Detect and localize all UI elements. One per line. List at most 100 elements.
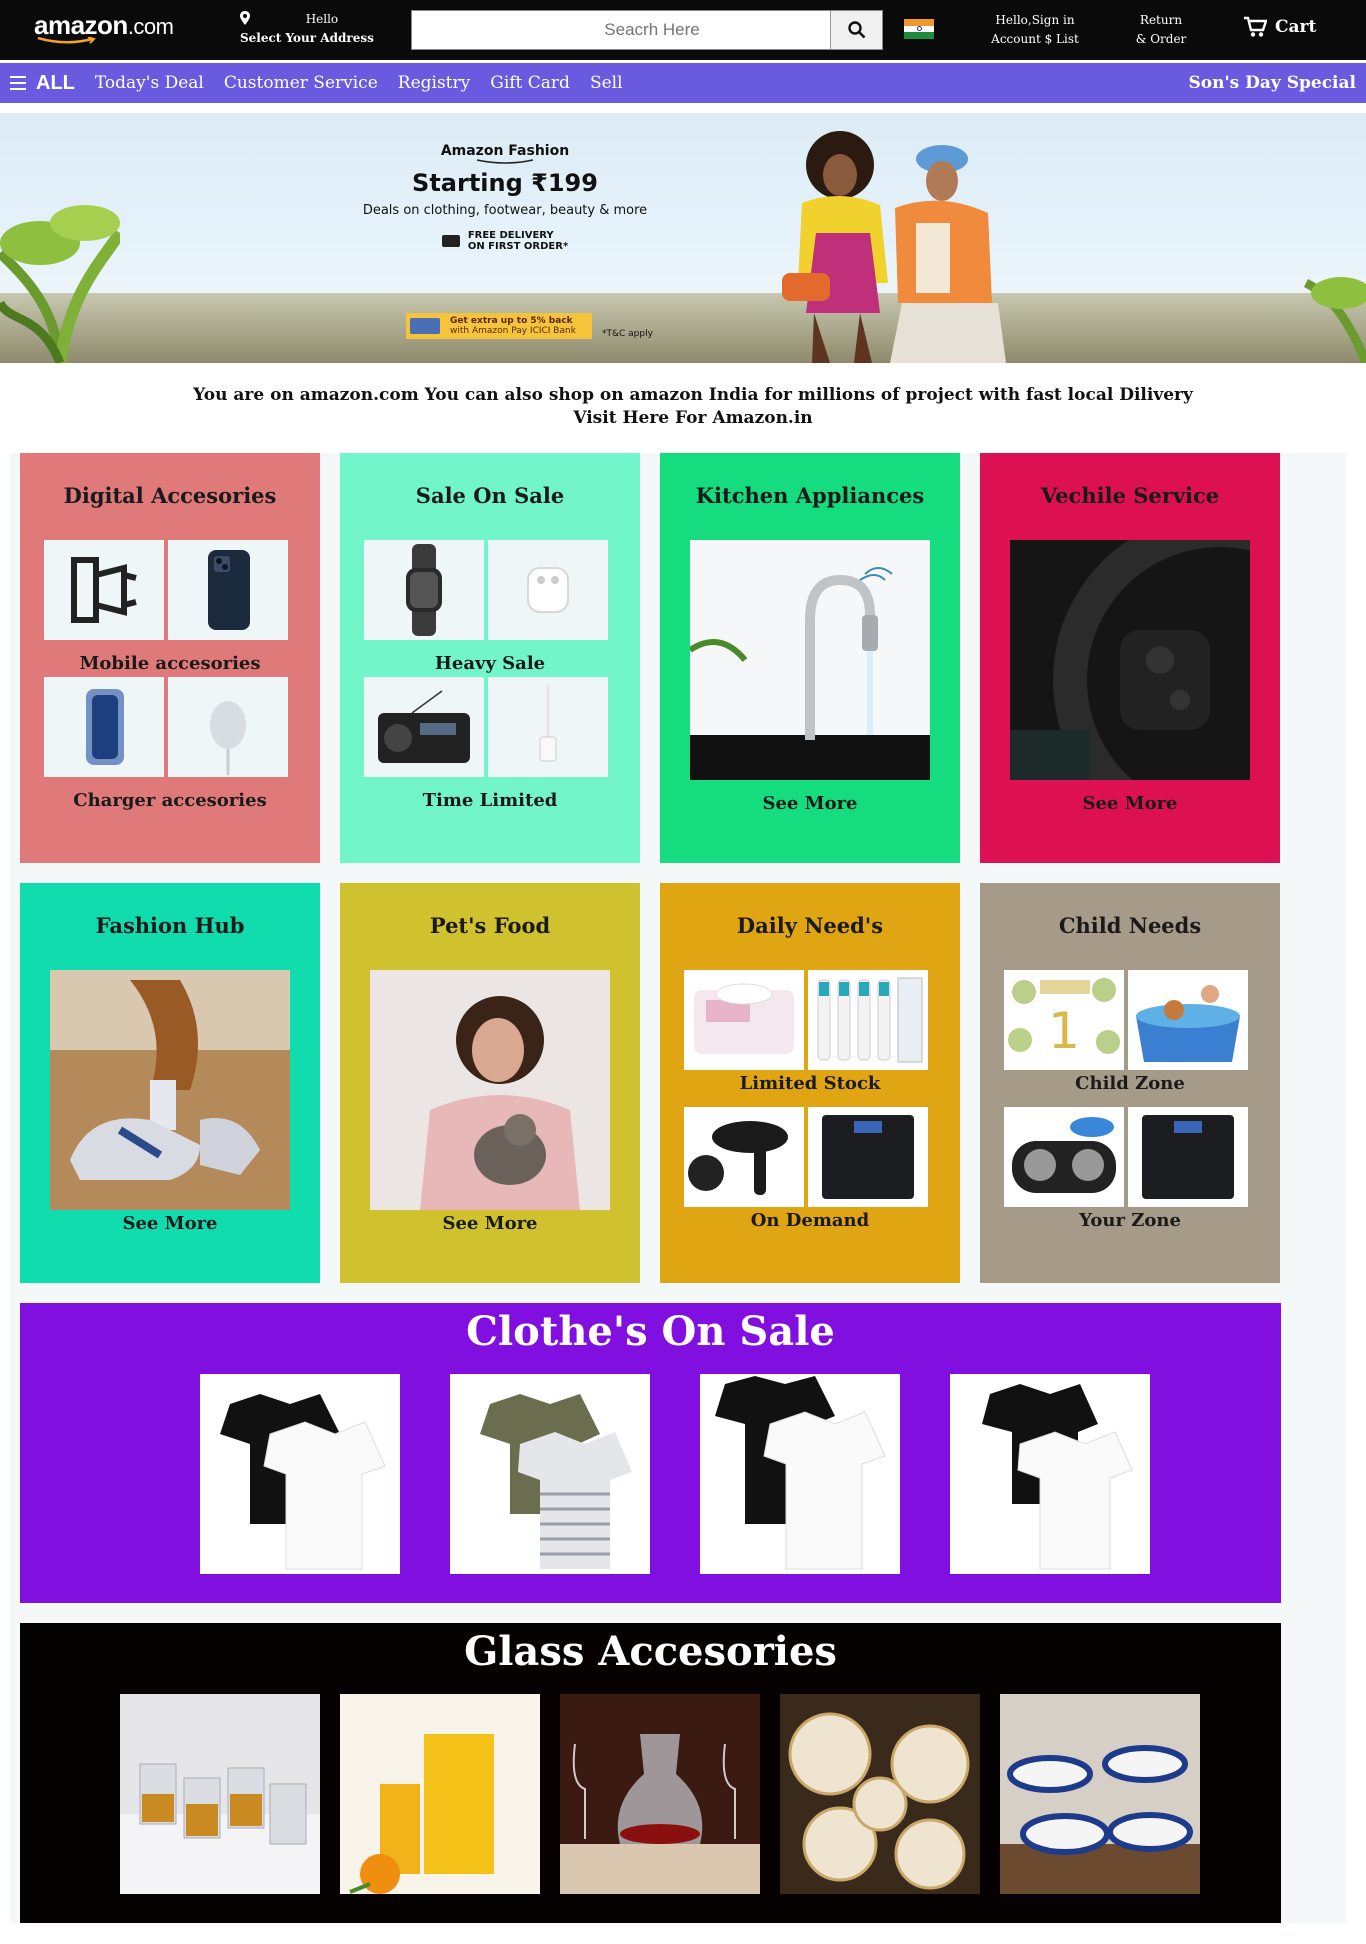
top-header: amazon.com Hello Select Your Address Hel… — [0, 0, 1366, 60]
glass-accesories-section: Glass Accesories — [20, 1623, 1281, 1923]
category-card-kitchen-appliances[interactable]: Kitchen Appliances See More — [660, 453, 960, 863]
category-card-fashion-hub[interactable]: Fashion Hub See More — [20, 883, 320, 1283]
tv-wall-mount-image[interactable] — [44, 540, 164, 640]
card-title: Fashion Hub — [95, 913, 245, 938]
cart-label: Cart — [1275, 17, 1317, 37]
all-menu-label: ALL — [36, 71, 75, 94]
sub-label[interactable]: Your Zone — [980, 1210, 1280, 1231]
category-card-digital-accesories[interactable]: Digital Accesories Mobile accesories Cha… — [20, 453, 320, 863]
signin-greeting: Hello,Sign in — [995, 13, 1075, 27]
steering-wheel-image[interactable] — [1010, 540, 1250, 780]
wine-glasses-decanter-image[interactable] — [560, 1694, 760, 1894]
see-more-link[interactable]: See More — [660, 793, 960, 814]
sub-label[interactable]: Limited Stock — [660, 1073, 960, 1094]
sub-label[interactable]: Heavy Sale — [340, 653, 640, 674]
hamburger-icon — [10, 76, 26, 90]
hero-models-image — [782, 131, 1006, 363]
kids-pool-image[interactable] — [1128, 970, 1248, 1070]
cart-button[interactable]: Cart — [1243, 16, 1316, 38]
card-title: Child Needs — [1058, 913, 1202, 938]
birthday-decor-image[interactable]: 1 — [1004, 970, 1124, 1070]
category-card-daily-needs[interactable]: Daily Need's Limited Stock On Demand — [660, 883, 960, 1283]
sub-label[interactable]: Charger accesories — [20, 790, 320, 811]
returns-orders[interactable]: Return & Order — [1128, 11, 1194, 49]
svg-text:1: 1 — [1048, 1002, 1080, 1060]
section-title: Glass Accesories — [464, 1628, 837, 1675]
hero-copy: Amazon Fashion Starting ₹199 Deals on cl… — [340, 143, 670, 339]
visit-amazon-in-link[interactable]: Visit Here For Amazon.in — [0, 407, 1366, 430]
digital-scale-image[interactable] — [1128, 1107, 1248, 1207]
card-title: Pet's Food — [429, 913, 551, 938]
see-more-link[interactable]: See More — [20, 1213, 320, 1234]
category-card-sale-on-sale[interactable]: Sale On Sale Heavy Sale Time Limited — [340, 453, 640, 863]
sub-label[interactable]: Mobile accesories — [20, 653, 320, 674]
section-title: Clothe's On Sale — [466, 1308, 835, 1355]
smartwatch-image[interactable] — [364, 540, 484, 640]
tshirt-product-4[interactable] — [950, 1374, 1150, 1574]
hero-banner[interactable]: Amazon Fashion Starting ₹199 Deals on cl… — [0, 113, 1366, 363]
usb-adapter-image[interactable] — [488, 677, 608, 777]
sub-label[interactable]: On Demand — [660, 1210, 960, 1231]
ceramic-plates-image[interactable] — [780, 1694, 980, 1894]
cart-icon — [1244, 16, 1267, 37]
shot-glasses-image[interactable] — [120, 1694, 320, 1894]
category-card-pets-food[interactable]: Pet's Food See More — [340, 883, 640, 1283]
phone-case-image[interactable] — [44, 677, 164, 777]
tshirt-product-3[interactable] — [700, 1374, 900, 1574]
serving-bowls-image[interactable] — [1000, 1694, 1200, 1894]
category-card-vechile-service[interactable]: Vechile Service See More — [980, 453, 1280, 863]
weighing-scale-image[interactable] — [808, 1107, 928, 1207]
wireless-charger-image[interactable] — [168, 677, 288, 777]
sub-label[interactable]: Child Zone — [980, 1073, 1280, 1094]
card-title: Daily Need's — [736, 913, 884, 938]
palm-right-decoration — [1303, 277, 1366, 363]
juice-glasses-image[interactable] — [340, 1694, 540, 1894]
kitchen-faucet-image[interactable] — [690, 540, 930, 780]
search-bar — [411, 10, 883, 50]
account-list-label: Account $ List — [991, 32, 1079, 46]
sub-label[interactable]: Time Limited — [340, 790, 640, 811]
tshirt-product-2[interactable] — [450, 1374, 650, 1574]
card-title: Digital Accesories — [63, 483, 277, 508]
search-button[interactable] — [830, 11, 882, 49]
search-input[interactable] — [412, 11, 832, 49]
smartphone-image[interactable] — [168, 540, 288, 640]
nav-sell[interactable]: Sell — [590, 73, 623, 93]
card-icon — [410, 318, 440, 334]
tshirt-product-1[interactable] — [200, 1374, 400, 1574]
hair-dryer-image[interactable] — [684, 1107, 804, 1207]
truck-icon — [441, 235, 460, 247]
logo-text: amazon — [34, 10, 128, 40]
face-wipes-image[interactable] — [684, 970, 804, 1070]
toothbrush-heads-image[interactable] — [808, 970, 928, 1070]
pet-bowls-image[interactable] — [1004, 1107, 1124, 1207]
nav-bar: ALL Today's Deal Customer Service Regist… — [0, 63, 1366, 103]
address-label: Select Your Address — [240, 31, 374, 45]
logo-suffix: .com — [127, 14, 174, 39]
returns-label: Return — [1139, 13, 1183, 27]
regional-notice: You are on amazon.com You can also shop … — [0, 384, 1366, 430]
all-menu-button[interactable]: ALL — [10, 72, 75, 95]
hero-price: Starting ₹199 — [412, 169, 598, 197]
nav-todays-deal[interactable]: Today's Deal — [95, 73, 204, 93]
earbuds-case-image[interactable] — [488, 540, 608, 640]
nav-customer-service[interactable]: Customer Service — [224, 73, 378, 93]
woman-with-cat-image[interactable] — [370, 970, 610, 1210]
account-signin[interactable]: Hello,Sign in Account $ List — [985, 11, 1085, 49]
nav-gift-card[interactable]: Gift Card — [490, 73, 570, 93]
hero-delivery: FREE DELIVERY ON FIRST ORDER* — [340, 230, 670, 252]
radio-image[interactable] — [364, 677, 484, 777]
palm-left-decoration — [0, 205, 120, 363]
card-title: Vechile Service — [1040, 483, 1220, 508]
see-more-link[interactable]: See More — [340, 1213, 640, 1234]
nav-registry[interactable]: Registry — [398, 73, 470, 93]
select-address[interactable]: Hello Select Your Address — [240, 10, 374, 48]
clothes-on-sale-section: Clothe's On Sale — [20, 1303, 1281, 1603]
category-card-child-needs[interactable]: Child Needs 1 Child Zone Your Zone — [980, 883, 1280, 1283]
see-more-link[interactable]: See More — [980, 793, 1280, 814]
india-flag-icon[interactable] — [904, 19, 934, 39]
nav-special-offer[interactable]: Son's Day Special — [1189, 73, 1357, 93]
location-pin-icon — [240, 11, 250, 25]
sneakers-image[interactable] — [50, 970, 290, 1210]
search-icon — [847, 21, 865, 39]
